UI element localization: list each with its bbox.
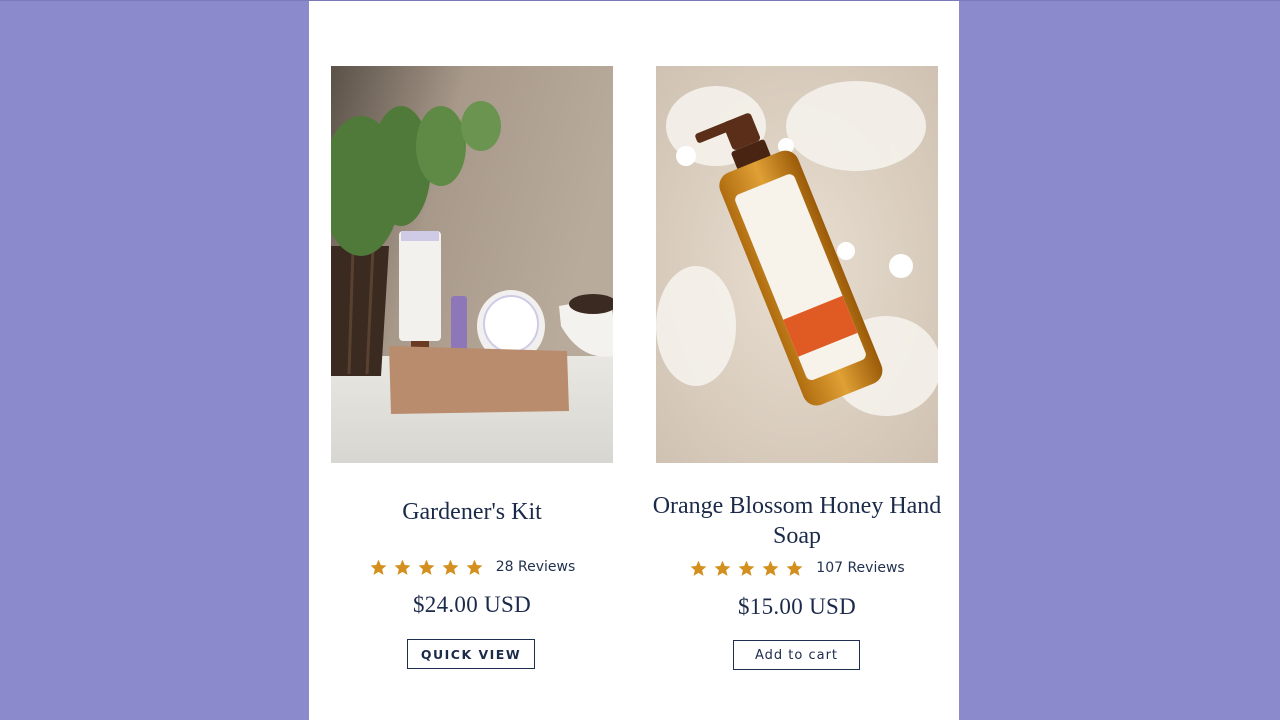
star-rating (369, 558, 484, 577)
product-title[interactable]: Orange Blossom Honey Hand Soap (636, 491, 958, 551)
product-price: $15.00 USD (737, 594, 856, 619)
product-price: $24.00 USD (412, 592, 531, 617)
star-icon (714, 560, 731, 576)
product-image-hand-soap[interactable] (656, 66, 938, 463)
star-icon (442, 559, 459, 575)
product-rating: 28 Reviews (331, 557, 613, 577)
star-rating (689, 559, 804, 578)
star-icon (394, 559, 411, 575)
product-card-gardeners-kit: Gardener's Kit 28 Reviews $24.00 USD QUI… (331, 66, 613, 669)
add-to-cart-button[interactable]: Add to cart (733, 640, 860, 670)
star-icon (690, 560, 707, 576)
review-count[interactable]: 107 Reviews (816, 560, 904, 576)
star-icon (762, 560, 779, 576)
product-card-hand-soap: Orange Blossom Honey Hand Soap 107 Revie… (653, 66, 941, 670)
product-grid: Gardener's Kit 28 Reviews $24.00 USD QUI… (309, 1, 959, 720)
star-icon (786, 560, 803, 576)
product-title[interactable]: Gardener's Kit (311, 497, 633, 527)
star-icon (738, 560, 755, 576)
star-icon (466, 559, 483, 575)
star-icon (370, 559, 387, 575)
star-icon (418, 559, 435, 575)
gardeners-kit-photo-icon (331, 66, 613, 463)
quick-view-button[interactable]: QUICK VIEW (407, 639, 535, 669)
review-count[interactable]: 28 Reviews (496, 559, 576, 575)
product-rating: 107 Reviews (656, 558, 938, 578)
product-image-gardeners-kit[interactable] (331, 66, 613, 463)
hand-soap-photo-icon (656, 66, 938, 463)
